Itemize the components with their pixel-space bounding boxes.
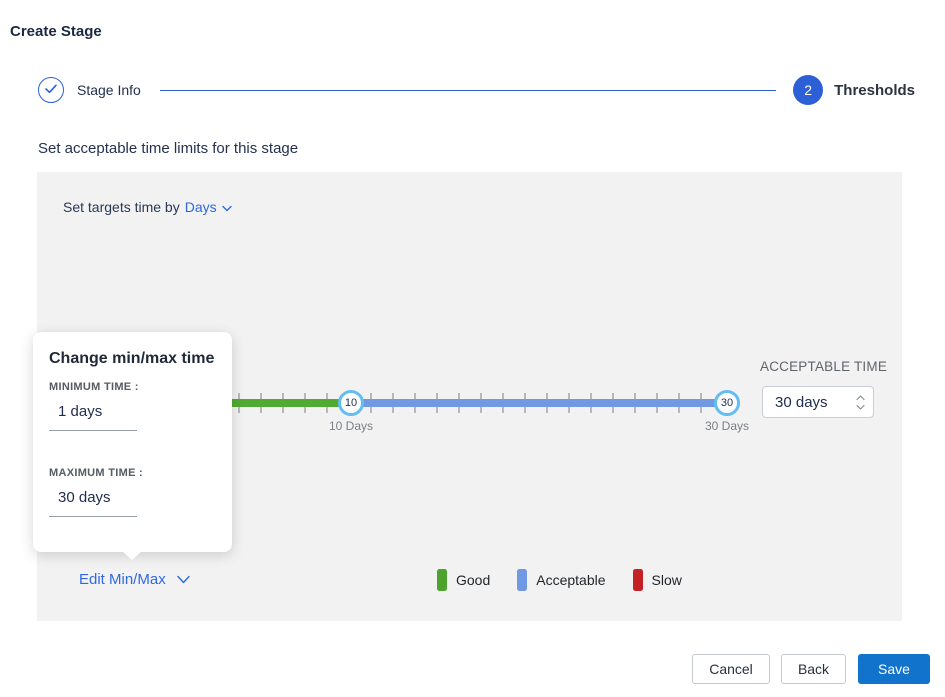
stepper: Stage Info 2 Thresholds bbox=[38, 73, 915, 107]
chevron-down-icon bbox=[222, 199, 232, 215]
popup-title: Change min/max time bbox=[49, 350, 216, 368]
legend-swatch-good bbox=[437, 569, 447, 591]
legend-item-acceptable: Acceptable bbox=[517, 569, 605, 591]
acceptable-time-spinner bbox=[856, 395, 865, 410]
legend-label-slow: Slow bbox=[652, 572, 682, 588]
step-thresholds[interactable]: 2 bbox=[793, 75, 823, 105]
legend-item-good: Good bbox=[437, 569, 490, 591]
legend-swatch-slow bbox=[633, 569, 643, 591]
step-number-badge: 2 bbox=[804, 82, 812, 98]
section-heading: Set acceptable time limits for this stag… bbox=[38, 140, 298, 157]
slider-handle-max[interactable]: 30 bbox=[714, 390, 740, 416]
legend-swatch-acceptable bbox=[517, 569, 527, 591]
slider-handle-max-label: 30 Days bbox=[705, 419, 749, 433]
target-time-by-value: Days bbox=[185, 199, 217, 215]
minimum-time-label: MINIMUM TIME : bbox=[49, 381, 216, 393]
edit-minmax-label: Edit Min/Max bbox=[79, 571, 166, 588]
legend: Good Acceptable Slow bbox=[437, 569, 682, 591]
step-stage-info-label: Stage Info bbox=[77, 82, 141, 98]
page-title: Create Stage bbox=[10, 23, 102, 40]
target-time-by-dropdown[interactable]: Days bbox=[185, 199, 232, 215]
maximum-time-label: MAXIMUM TIME : bbox=[49, 467, 216, 479]
minmax-popup: Change min/max time MINIMUM TIME : MAXIM… bbox=[33, 332, 232, 552]
stepper-connector bbox=[160, 90, 776, 91]
legend-label-acceptable: Acceptable bbox=[536, 572, 605, 588]
chevron-down-icon bbox=[177, 571, 190, 588]
check-icon bbox=[45, 81, 57, 99]
legend-item-slow: Slow bbox=[633, 569, 682, 591]
acceptable-time-label: ACCEPTABLE TIME bbox=[760, 359, 887, 374]
target-time-by: Set targets time by Days bbox=[63, 199, 232, 215]
slider-handle-min[interactable]: 10 bbox=[338, 390, 364, 416]
edit-minmax-button[interactable]: Edit Min/Max bbox=[79, 571, 190, 588]
acceptable-time-field bbox=[762, 386, 874, 418]
cancel-button[interactable]: Cancel bbox=[692, 654, 770, 684]
spinner-up-icon[interactable] bbox=[856, 395, 865, 401]
legend-label-good: Good bbox=[456, 572, 490, 588]
step-thresholds-label: Thresholds bbox=[834, 82, 915, 99]
step-stage-info[interactable] bbox=[38, 77, 64, 103]
save-button[interactable]: Save bbox=[858, 654, 930, 684]
spinner-down-icon[interactable] bbox=[856, 404, 865, 410]
acceptable-time-input[interactable] bbox=[775, 394, 839, 411]
minimum-time-input[interactable] bbox=[49, 399, 137, 431]
maximum-time-input[interactable] bbox=[49, 485, 137, 517]
back-button[interactable]: Back bbox=[781, 654, 846, 684]
slider-handle-min-label: 10 Days bbox=[329, 419, 373, 433]
target-time-by-label: Set targets time by bbox=[63, 199, 180, 215]
